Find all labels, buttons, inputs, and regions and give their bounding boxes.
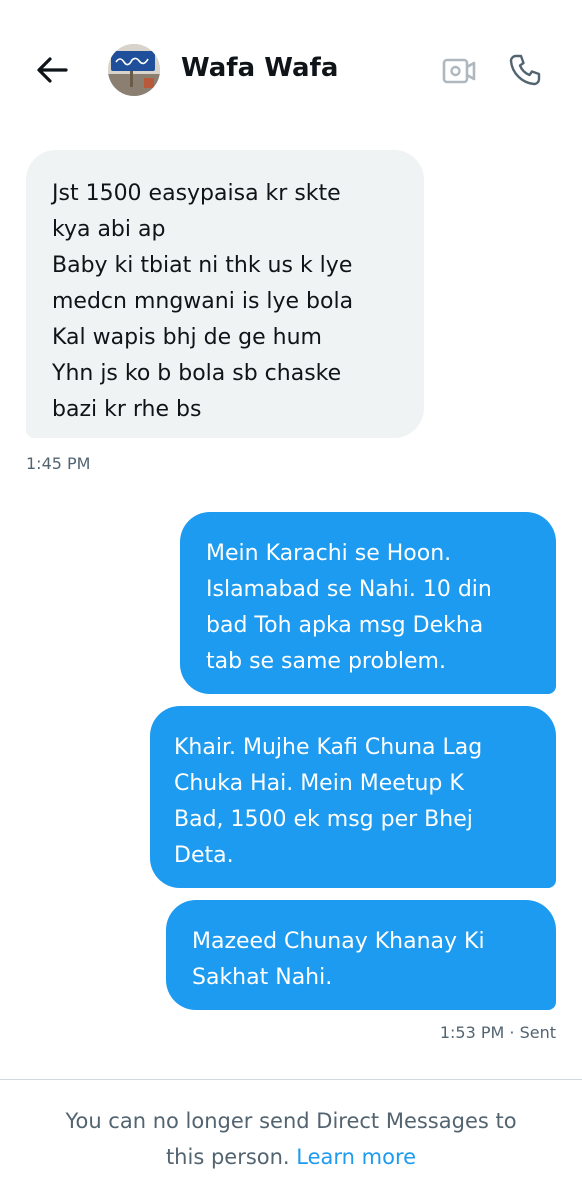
message-line: bad Toh apka msg Dekha <box>206 613 484 638</box>
divider <box>0 1079 582 1080</box>
message-line: Baby ki tbiat ni thk us k lye <box>52 253 353 278</box>
video-camera-icon[interactable] <box>441 55 477 87</box>
message-line: Khair. Mujhe Kafi Chuna Lag <box>174 735 483 760</box>
contact-name[interactable]: Wafa Wafa <box>181 53 338 83</box>
message-line: Bad, 1500 ek msg per Bhej <box>174 807 473 832</box>
message-line: Mein Karachi se Hoon. <box>206 541 452 566</box>
message-line: medcn mngwani is lye bola <box>52 289 354 314</box>
message-bubble-sent[interactable]: Mein Karachi se Hoon. Islamabad se Nahi.… <box>180 512 556 694</box>
message-bubble-sent[interactable]: Mazeed Chunay Khanay Ki Sakhat Nahi. <box>166 900 556 1010</box>
notice-text: this person. <box>165 1145 297 1169</box>
message-line: kya abi ap <box>52 217 166 242</box>
message-line: Sakhat Nahi. <box>192 965 333 990</box>
message-line: Kal wapis bhj de ge hum <box>52 325 322 350</box>
message-bubble-sent[interactable]: Khair. Mujhe Kafi Chuna Lag Chuka Hai. M… <box>150 706 556 888</box>
learn-more-link[interactable]: Learn more <box>296 1145 416 1169</box>
phone-icon[interactable] <box>507 52 543 88</box>
message-line: Islamabad se Nahi. 10 din <box>206 577 492 602</box>
message-line: Chuka Hai. Mein Meetup K <box>174 771 464 796</box>
conversation-header: Wafa Wafa <box>0 0 582 140</box>
message-line: tab se same problem. <box>206 649 446 674</box>
message-line: Jst 1500 easypaisa kr skte <box>52 181 341 206</box>
message-timestamp: 1:45 PM <box>26 454 91 473</box>
message-timestamp-sent: 1:53 PM · Sent <box>439 1023 556 1042</box>
notice-text-line2: this person. Learn more <box>0 1139 582 1175</box>
arrow-left-icon[interactable] <box>34 54 70 86</box>
message-line: Deta. <box>174 843 234 868</box>
dm-disabled-notice: You can no longer send Direct Messages t… <box>0 1103 582 1175</box>
message-bubble-received[interactable]: Jst 1500 easypaisa kr skte kya abi ap Ba… <box>26 150 424 438</box>
message-line: bazi kr rhe bs <box>52 397 202 422</box>
notice-text: You can no longer send Direct Messages t… <box>65 1109 517 1133</box>
message-line: Mazeed Chunay Khanay Ki <box>192 929 485 954</box>
avatar[interactable] <box>108 44 160 96</box>
dm-conversation-screen: Wafa Wafa Jst 1500 easypaisa kr skte kya… <box>0 0 582 1200</box>
message-line: Yhn js ko b bola sb chaske <box>52 361 342 386</box>
